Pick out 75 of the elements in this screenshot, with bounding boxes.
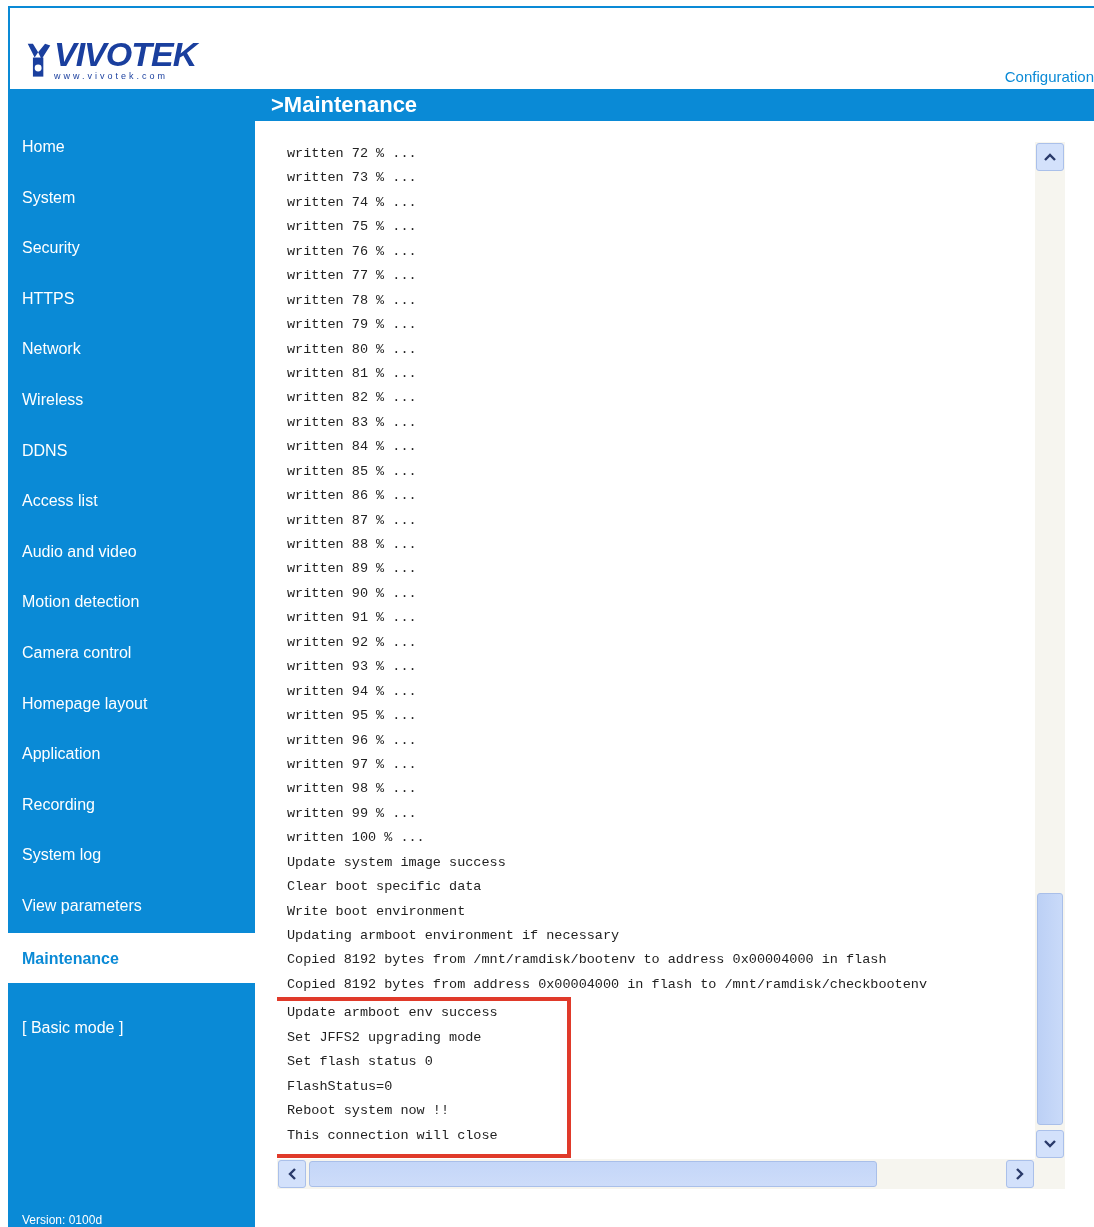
sidebar-item[interactable]: Security (8, 222, 255, 273)
scroll-thumb[interactable] (1037, 893, 1063, 1125)
scroll-left-button[interactable] (278, 1160, 306, 1188)
vivotek-logo: VIVOTEK www.vivotek.com (26, 37, 197, 81)
log-line: written 100 % ... (287, 829, 426, 848)
chevron-left-icon (288, 1168, 296, 1180)
chevron-down-icon (1044, 1140, 1056, 1148)
log-line: written 83 % ... (287, 413, 418, 432)
sidebar-item[interactable]: Application (8, 728, 255, 779)
log-line: written 89 % ... (287, 560, 418, 579)
log-line: written 84 % ... (287, 438, 418, 457)
sidebar-item[interactable]: Maintenance (8, 932, 255, 984)
log-line: Set flash status 0 (287, 1053, 434, 1072)
chevron-right-icon (1016, 1168, 1024, 1180)
log-line: written 78 % ... (287, 291, 418, 310)
vertical-scrollbar[interactable] (1035, 142, 1065, 1159)
sidebar-item[interactable]: System log (8, 829, 255, 880)
log-line: Copied 8192 bytes from address 0x00004000 in flash to /mnt/ramdisk/checkbootenv (287, 975, 928, 994)
chevron-up-icon (1044, 153, 1056, 161)
log-line: written 76 % ... (287, 242, 418, 261)
log-line: Update system image success (287, 853, 507, 872)
log-line: This connection will close (287, 1126, 499, 1145)
sidebar-item[interactable]: Homepage layout (8, 677, 255, 729)
horizontal-scrollbar[interactable] (277, 1159, 1065, 1189)
log-line: written 94 % ... (287, 682, 418, 701)
page-title: >Maintenance (271, 92, 418, 118)
log-line: written 87 % ... (287, 511, 418, 530)
log-line: written 75 % ... (287, 218, 418, 237)
basic-mode-link[interactable]: [ Basic mode ] (8, 1019, 255, 1038)
log-line: Copied 8192 bytes from /mnt/ramdisk/bootenv to address 0x00004000 in flash (287, 951, 888, 970)
log-line: written 85 % ... (287, 462, 418, 481)
log-line: Clear boot specific data (287, 878, 483, 897)
log-line: Reboot system now !! (287, 1102, 451, 1121)
log-line: written 98 % ... (287, 780, 418, 799)
log-line: written 88 % ... (287, 536, 418, 554)
sidebar-item[interactable]: Wireless (8, 373, 255, 425)
configuration-link[interactable]: Configuration (1004, 68, 1094, 85)
log-line: written 99 % ... (287, 804, 418, 823)
sidebar-item[interactable]: Network (8, 323, 255, 374)
sidebar-item[interactable]: Home (8, 121, 255, 172)
sidebar-item[interactable]: View parameters (8, 879, 255, 931)
sidebar-item[interactable]: Motion detection (8, 576, 255, 627)
log-line: written 81 % ... (287, 364, 418, 383)
log-line: written 95 % ... (287, 707, 418, 726)
log-line: FlashStatus=0 (287, 1077, 394, 1096)
log-line: written 96 % ... (287, 731, 418, 750)
log-line: written 82 % ... (287, 389, 418, 408)
scroll-right-button[interactable] (1006, 1160, 1034, 1188)
scroll-down-button[interactable] (1036, 1130, 1064, 1158)
log-line: written 93 % ... (287, 658, 418, 677)
log-line: written 86 % ... (287, 487, 418, 506)
log-line: Write boot environment (287, 902, 467, 921)
sidebar-item[interactable]: Audio and video (8, 525, 255, 577)
log-line: Set JFFS2 upgrading mode (287, 1028, 483, 1047)
log-line: Update armboot env success (287, 1004, 499, 1023)
log-line: written 72 % ... (287, 145, 418, 163)
log-line: written 74 % ... (287, 193, 418, 212)
scroll-up-button[interactable] (1036, 143, 1064, 171)
log-line: written 80 % ... (287, 340, 418, 359)
log-line: written 73 % ... (287, 169, 418, 188)
version-label: Version: 0100d (22, 1213, 103, 1227)
log-line: written 77 % ... (287, 267, 418, 286)
sidebar-item[interactable]: DDNS (8, 424, 255, 476)
log-line: Updating armboot environment if necessary (287, 927, 621, 945)
sidebar-item[interactable]: HTTPS (8, 272, 255, 324)
log-line: written 91 % ... (287, 609, 418, 628)
log-line: written 97 % ... (287, 755, 418, 774)
scroll-thumb[interactable] (309, 1161, 877, 1187)
log-line: written 90 % ... (287, 584, 418, 603)
sidebar-item[interactable]: Recording (8, 778, 255, 830)
log-line: written 92 % ... (287, 633, 418, 652)
sidebar-item[interactable]: Access list (8, 475, 255, 526)
log-line: written 79 % ... (287, 316, 418, 335)
sidebar-item[interactable]: System (8, 171, 255, 223)
sidebar-item[interactable]: Camera control (8, 626, 255, 678)
